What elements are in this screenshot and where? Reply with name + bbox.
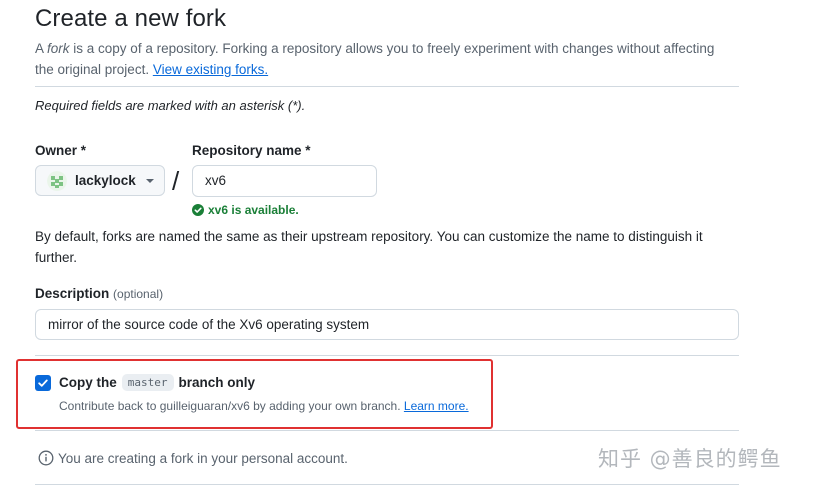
check-circle-icon bbox=[192, 204, 204, 216]
repository-name-input[interactable]: xv6 bbox=[192, 165, 377, 197]
repository-name-label: Repository name * bbox=[192, 143, 311, 158]
divider bbox=[35, 430, 739, 431]
copy-caption-text: Contribute back to guilleiguaran/xv6 by … bbox=[59, 399, 404, 413]
copy-branch-caption: Contribute back to guilleiguaran/xv6 by … bbox=[59, 399, 469, 413]
availability-text: xv6 is available. bbox=[208, 203, 299, 217]
description-label: Description (optional) bbox=[35, 286, 163, 301]
red-highlight-box bbox=[16, 359, 493, 429]
divider bbox=[35, 86, 739, 87]
availability-status: xv6 is available. bbox=[192, 203, 299, 217]
info-icon bbox=[38, 450, 54, 466]
owner-select-button[interactable]: lackylock bbox=[35, 165, 165, 196]
copy-label-prefix: Copy the bbox=[59, 375, 117, 390]
copy-branch-checkbox[interactable] bbox=[35, 375, 51, 391]
owner-name: lackylock bbox=[75, 173, 136, 188]
copy-branch-label: Copy the master branch only bbox=[59, 374, 255, 391]
copy-label-suffix: branch only bbox=[178, 375, 256, 390]
info-text: You are creating a fork in your personal… bbox=[58, 450, 348, 466]
branch-name-code: master bbox=[121, 374, 174, 391]
page-intro: A fork is a copy of a repository. Forkin… bbox=[35, 38, 725, 80]
intro-prefix: A bbox=[35, 41, 48, 56]
view-existing-forks-link[interactable]: View existing forks. bbox=[153, 62, 268, 77]
default-name-note: By default, forks are named the same as … bbox=[35, 229, 703, 265]
optional-tag: (optional) bbox=[113, 287, 164, 301]
required-fields-note: Required fields are marked with an aster… bbox=[35, 98, 306, 113]
description-label-text: Description bbox=[35, 286, 110, 301]
caret-down-icon bbox=[145, 178, 154, 183]
owner-repo-separator: / bbox=[172, 166, 180, 196]
zhihu-watermark: 知乎 @善良的鳄鱼 bbox=[598, 447, 782, 471]
intro-text: is a copy of a repository. Forking a rep… bbox=[35, 41, 715, 77]
owner-label: Owner * bbox=[35, 143, 87, 158]
page-title: Create a new fork bbox=[35, 5, 227, 32]
intro-emphasis: fork bbox=[47, 41, 70, 56]
learn-more-link[interactable]: Learn more. bbox=[404, 399, 469, 413]
divider bbox=[35, 484, 739, 485]
create-fork-page: Create a new fork A fork is a copy of a … bbox=[0, 0, 819, 491]
personal-account-info: You are creating a fork in your personal… bbox=[38, 450, 348, 466]
divider bbox=[35, 355, 739, 356]
identicon-avatar-icon bbox=[47, 170, 67, 191]
checkmark-icon bbox=[38, 379, 48, 387]
description-input[interactable]: mirror of the source code of the Xv6 ope… bbox=[35, 309, 739, 340]
